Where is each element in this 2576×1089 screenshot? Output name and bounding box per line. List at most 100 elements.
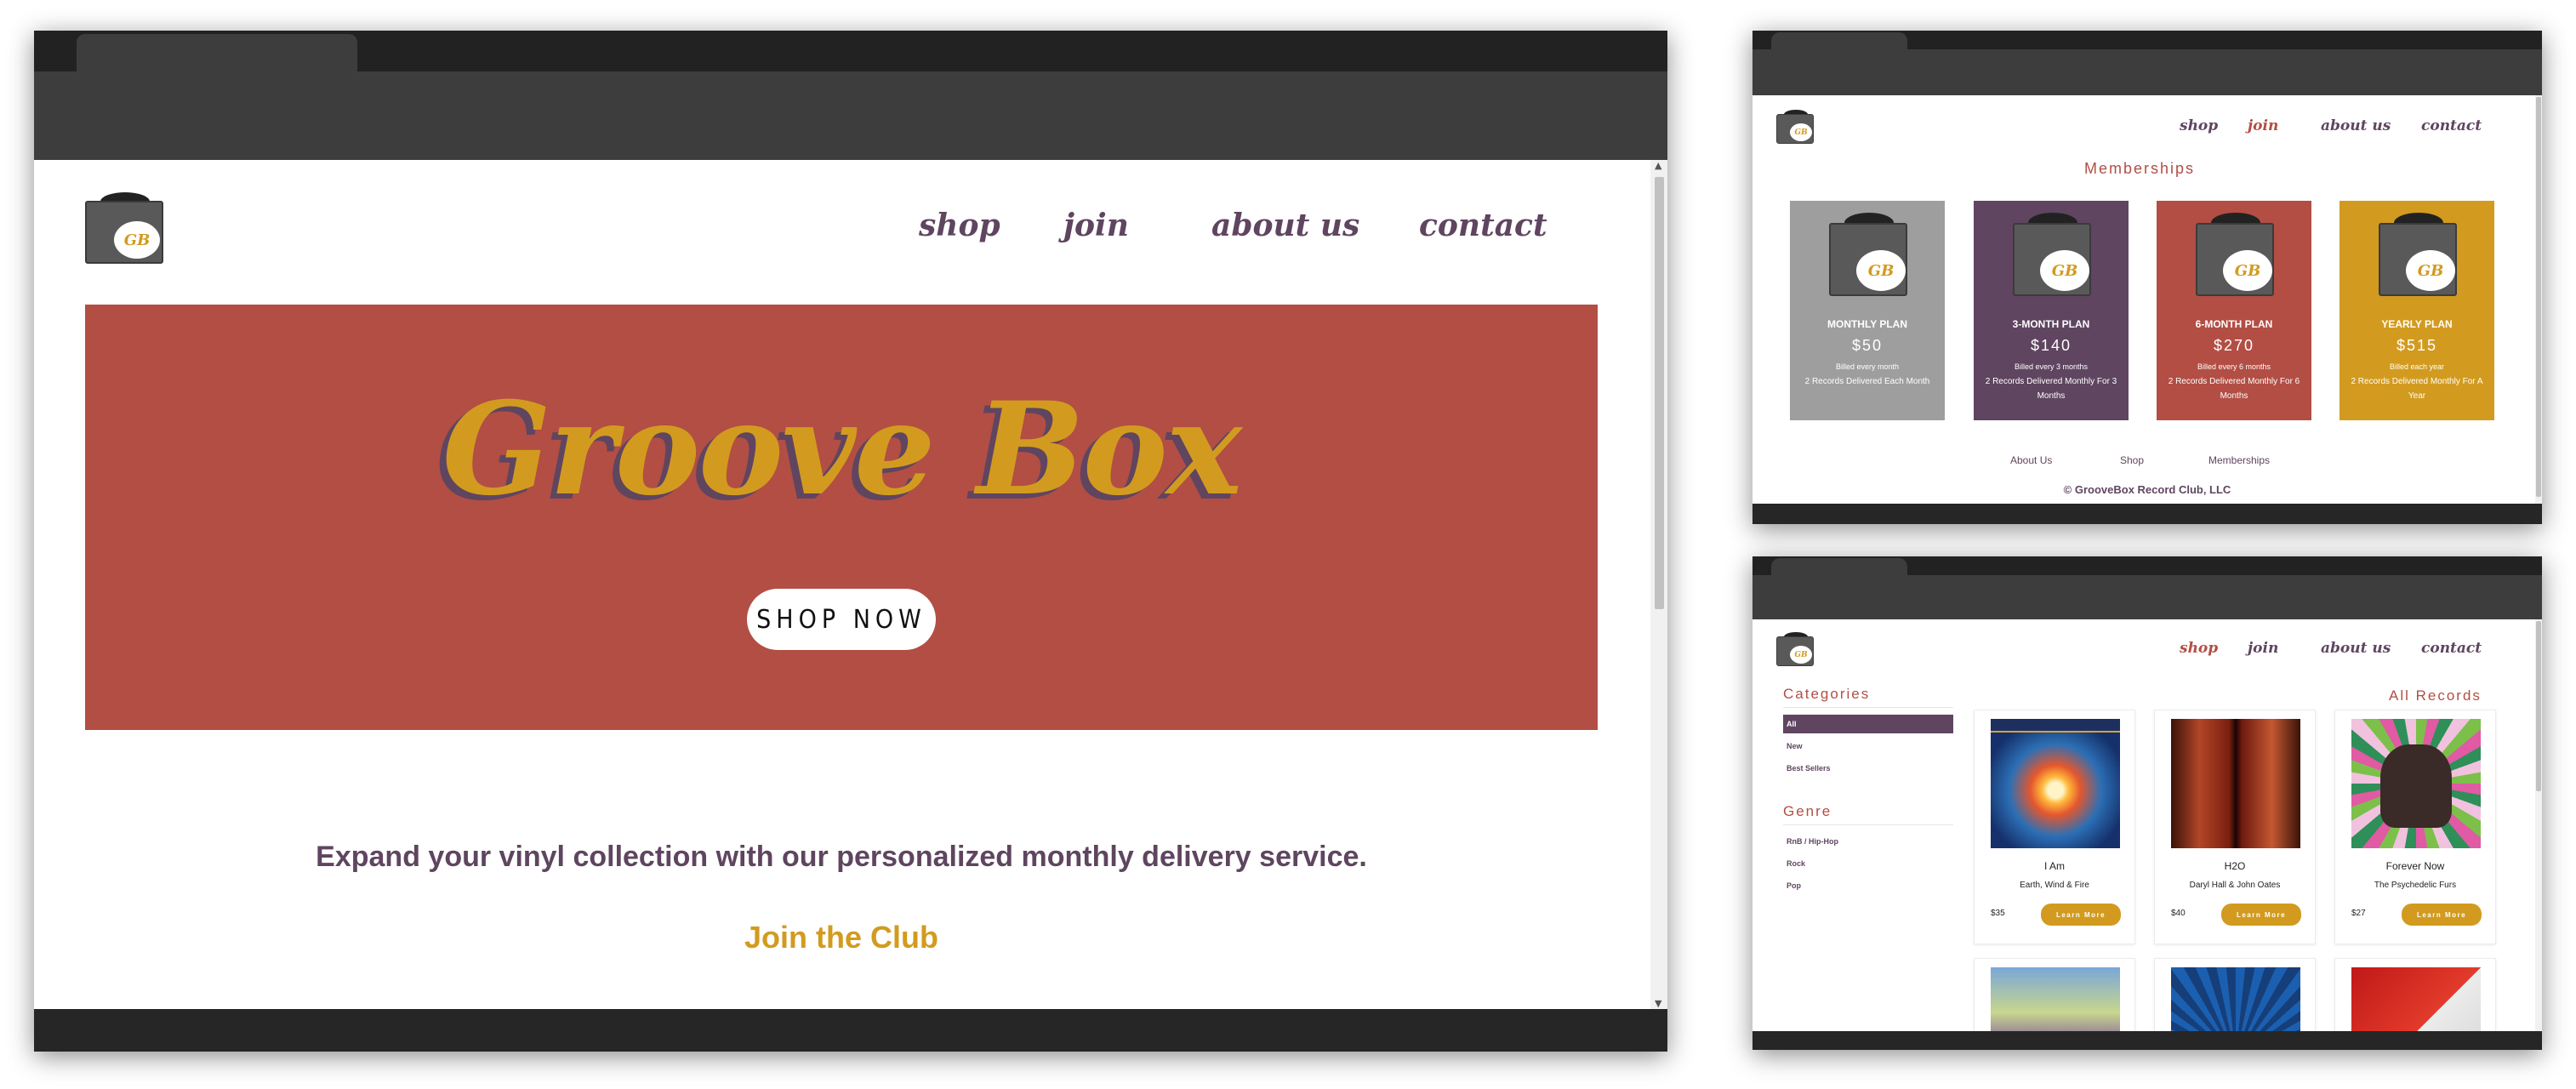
site-logo[interactable]: GB [1776, 632, 1814, 666]
album-cover[interactable] [2171, 967, 2300, 1031]
crate-icon: GB [2379, 213, 2457, 296]
scroll-up-icon[interactable]: ▲ [1655, 160, 1661, 171]
site-logo[interactable]: GB [1776, 110, 1814, 144]
nav-shop[interactable]: shop [2180, 640, 2218, 657]
nav-about-us[interactable]: about us [2321, 117, 2391, 134]
category-best-sellers[interactable]: Best Sellers [1783, 759, 1953, 778]
shop-now-button[interactable]: SHOP NOW [747, 589, 936, 650]
plan-description: 2 Records Delivered Monthly For A Year [2351, 377, 2483, 401]
record-card: Forever Now The Psychedelic Furs $27 Lea… [2334, 710, 2496, 944]
record-card [2334, 958, 2496, 1031]
record-card: I Am Earth, Wind & Fire $35 Learn More [1974, 710, 2135, 944]
album-cover[interactable] [1991, 967, 2120, 1031]
scrollbar-thumb[interactable] [2536, 97, 2541, 497]
nav-shop[interactable]: shop [2180, 117, 2218, 134]
learn-more-button[interactable]: Learn More [2041, 904, 2121, 926]
genre-title: Genre [1783, 803, 1832, 819]
plan-price: $50 [1851, 337, 1884, 354]
record-card [1974, 958, 2135, 1031]
nav-about-us[interactable]: about us [2321, 640, 2391, 657]
crate-icon: GB [1829, 213, 1907, 296]
site-logo[interactable]: GB [85, 192, 163, 264]
record-price: $40 [2171, 909, 2186, 918]
browser-bottom-bar [1752, 504, 2542, 524]
nav-join[interactable]: join [2248, 117, 2278, 134]
plan-description: 2 Records Delivered Monthly For 3 Months [1985, 377, 2117, 401]
genre-pop[interactable]: Pop [1783, 876, 1953, 895]
browser-bottom-bar [1752, 1031, 2542, 1050]
plan-price: $140 [2030, 337, 2072, 354]
album-cover-i-am[interactable] [1991, 719, 2120, 848]
scrollbar[interactable] [2535, 619, 2542, 1031]
nav-join[interactable]: join [1063, 208, 1129, 243]
scrollbar-thumb[interactable] [2536, 621, 2541, 791]
footer-memberships[interactable]: Memberships [2208, 454, 2270, 466]
hero-banner: Groove Box SHOP NOW [85, 305, 1598, 730]
plan-billing: Billed every 3 months [2014, 362, 2089, 371]
genre-rock[interactable]: Rock [1783, 854, 1953, 873]
nav-contact[interactable]: contact [2421, 117, 2482, 134]
plan-billing: Billed each year [2389, 362, 2445, 371]
album-cover-forever-now[interactable] [2351, 719, 2481, 848]
plan-description: 2 Records Delivered Monthly For 6 Months [2168, 377, 2300, 401]
plan-name: MONTHLY PLAN [1827, 318, 1907, 330]
record-title: I Am [2043, 860, 2065, 872]
all-records-title: All Records [2389, 687, 2482, 704]
learn-more-button[interactable]: Learn More [2221, 904, 2301, 926]
album-cover-h2o[interactable] [2171, 719, 2300, 848]
main-page: GB shop join about us contact Groove Box… [34, 160, 1667, 1009]
scrollbar-thumb[interactable] [1655, 177, 1664, 609]
scrollbar[interactable] [2535, 95, 2542, 504]
logo-label: GB [1856, 250, 1906, 291]
learn-more-button[interactable]: Learn More [2402, 904, 2482, 926]
category-all[interactable]: All [1783, 715, 1953, 733]
divider [1783, 824, 1953, 825]
nav-contact[interactable]: contact [1419, 208, 1547, 243]
record-title: Forever Now [2385, 860, 2445, 872]
record-title: H2O [2224, 860, 2246, 872]
record-artist: The Psychedelic Furs [2374, 881, 2457, 890]
footer-shop[interactable]: Shop [2120, 454, 2144, 466]
shop-page: GB shop join about us contact Categories… [1752, 619, 2542, 1031]
plan-card[interactable]: GB YEARLY PLAN $515 Billed each year 2 Recor… [2339, 201, 2494, 420]
tagline: Expand your vinyl collection with our pe… [316, 841, 1367, 873]
plan-price: $270 [2213, 337, 2255, 354]
record-price: $35 [1991, 909, 2005, 918]
scrollbar[interactable]: ▲ ▼ [1650, 160, 1667, 1009]
record-artist: Earth, Wind & Fire [2020, 881, 2089, 890]
plan-name: 3-MONTH PLAN [2012, 318, 2090, 330]
browser-bottom-bar [34, 1009, 1667, 1052]
genre-rnb-hip-hop[interactable]: RnB / Hip-Hop [1783, 832, 1953, 851]
crate-icon: GB [2196, 213, 2274, 296]
category-new[interactable]: New [1783, 737, 1953, 755]
browser-tab[interactable] [1771, 558, 1907, 577]
browser-tab[interactable] [77, 34, 357, 75]
browser-toolbar [1752, 575, 2542, 619]
nav-about-us[interactable]: about us [1211, 208, 1359, 243]
plan-card[interactable]: GB MONTHLY PLAN $50 Billed every month 2 Rec… [1790, 201, 1945, 420]
plan-card[interactable]: GB 6-MONTH PLAN $270 Billed every 6 months 2… [2157, 201, 2311, 420]
main-browser-window: GB shop join about us contact Groove Box… [34, 31, 1667, 1052]
footer-about-us[interactable]: About Us [2010, 454, 2052, 466]
plan-name: 6-MONTH PLAN [2195, 318, 2273, 330]
nav-contact[interactable]: contact [2421, 640, 2482, 657]
scroll-down-icon[interactable]: ▼ [1655, 998, 1661, 1009]
plan-billing: Billed every month [1835, 362, 1900, 371]
logo-label: GB [2406, 250, 2455, 291]
divider [1783, 707, 1953, 708]
logo-label: GB [2040, 250, 2089, 291]
plan-description: 2 Records Delivered Each Month [1804, 377, 1930, 386]
plan-name: YEARLY PLAN [2381, 318, 2453, 330]
copyright: © GrooveBox Record Club, LLC [2063, 483, 2231, 496]
categories-title: Categories [1783, 686, 1871, 702]
browser-tab[interactable] [1771, 32, 1907, 51]
logo-label: GB [1790, 646, 1812, 664]
plan-card[interactable]: GB 3-MONTH PLAN $140 Billed every 3 months 2… [1974, 201, 2129, 420]
memberships-page: GB shop join about us contact Membership… [1752, 95, 2542, 504]
plan-billing: Billed every 6 months [2197, 362, 2271, 371]
nav-join[interactable]: join [2248, 640, 2278, 657]
nav-shop[interactable]: shop [919, 208, 1000, 243]
record-card: H2O Daryl Hall & John Oates $40 Learn Mo… [2154, 710, 2316, 944]
join-club-link[interactable]: Join the Club [34, 920, 1649, 955]
album-cover[interactable] [2351, 967, 2481, 1031]
